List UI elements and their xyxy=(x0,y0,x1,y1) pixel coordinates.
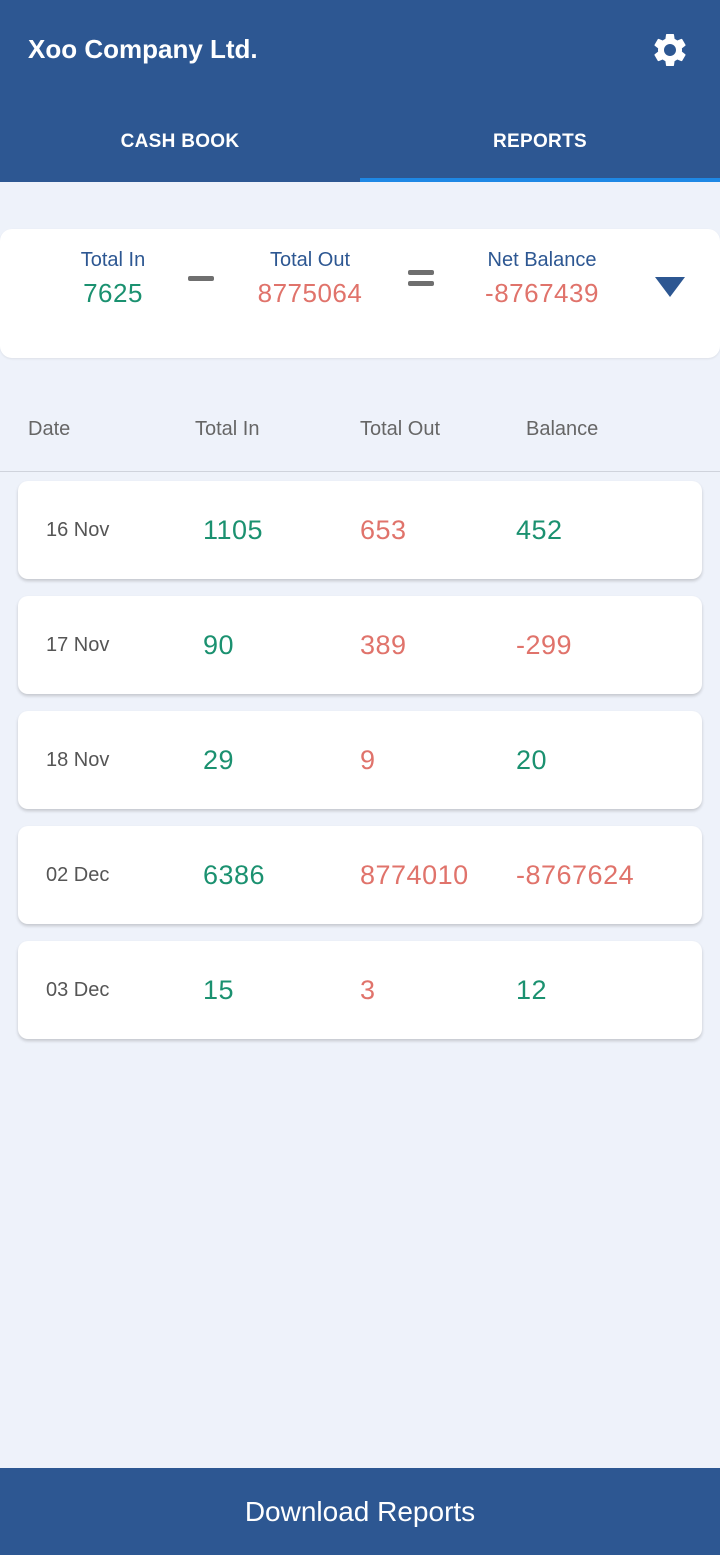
row-balance: -299 xyxy=(516,630,573,660)
row-total-in: 15 xyxy=(203,975,235,1005)
row-date: 03 Dec xyxy=(46,979,110,1001)
active-tab-indicator xyxy=(360,178,720,182)
table-row[interactable]: 17 Nov 90 389 -299 xyxy=(18,596,702,694)
row-total-in: 29 xyxy=(203,745,235,775)
gear-icon[interactable] xyxy=(650,30,690,70)
row-balance: 20 xyxy=(516,745,548,775)
table-header: Date Total In Total Out Balance xyxy=(0,392,720,472)
row-total-out: 3 xyxy=(360,975,376,1005)
app-bar: Xoo Company Ltd. CASH BOOK REPORTS xyxy=(0,0,720,182)
row-total-in: 1105 xyxy=(203,515,264,545)
total-in-value: 7625 xyxy=(83,278,143,308)
row-total-in: 90 xyxy=(203,630,235,660)
row-total-out: 389 xyxy=(360,630,407,660)
summary-net-balance: Net Balance -8767439 xyxy=(462,249,622,309)
summary-total-out: Total Out 8775064 xyxy=(240,249,380,309)
row-date: 17 Nov xyxy=(46,634,110,656)
table-row[interactable]: 18 Nov 29 9 20 xyxy=(18,711,702,809)
total-out-label: Total Out xyxy=(269,249,351,271)
net-balance-value: -8767439 xyxy=(485,278,599,308)
equals-icon xyxy=(408,270,434,286)
tab-reports-label: REPORTS xyxy=(493,131,587,152)
header-total-out: Total Out xyxy=(360,418,441,440)
row-total-out: 653 xyxy=(360,515,407,545)
tab-reports[interactable]: REPORTS xyxy=(360,110,720,182)
tab-cash-book[interactable]: CASH BOOK xyxy=(0,110,360,182)
header-total-in: Total In xyxy=(195,418,260,440)
summary-card: Total In 7625 Total Out 8775064 Net Bala… xyxy=(0,229,720,358)
row-date: 16 Nov xyxy=(46,519,110,541)
header-balance: Balance xyxy=(526,418,599,440)
row-balance: 452 xyxy=(516,515,563,545)
table-row[interactable]: 03 Dec 15 3 12 xyxy=(18,941,702,1039)
row-total-in: 6386 xyxy=(203,860,266,890)
tab-cash-book-label: CASH BOOK xyxy=(120,131,240,152)
total-in-label: Total In xyxy=(80,249,146,271)
row-balance: 12 xyxy=(516,975,548,1005)
total-out-value: 8775064 xyxy=(257,278,363,308)
row-date: 02 Dec xyxy=(46,864,110,886)
company-title: Xoo Company Ltd. xyxy=(28,34,258,64)
table-row[interactable]: 16 Nov 1105 653 452 xyxy=(18,481,702,579)
row-total-out: 8774010 xyxy=(360,860,469,890)
row-balance: -8767624 xyxy=(516,860,635,890)
summary-total-in: Total In 7625 xyxy=(58,249,168,309)
table-row[interactable]: 02 Dec 6386 8774010 -8767624 xyxy=(18,826,702,924)
row-total-out: 9 xyxy=(360,745,376,775)
download-reports-button[interactable]: Download Reports xyxy=(0,1468,720,1555)
caret-down-icon[interactable] xyxy=(654,276,686,298)
minus-icon xyxy=(188,276,214,281)
net-balance-label: Net Balance xyxy=(487,249,597,271)
header-date: Date xyxy=(28,418,71,440)
row-date: 18 Nov xyxy=(46,749,110,771)
